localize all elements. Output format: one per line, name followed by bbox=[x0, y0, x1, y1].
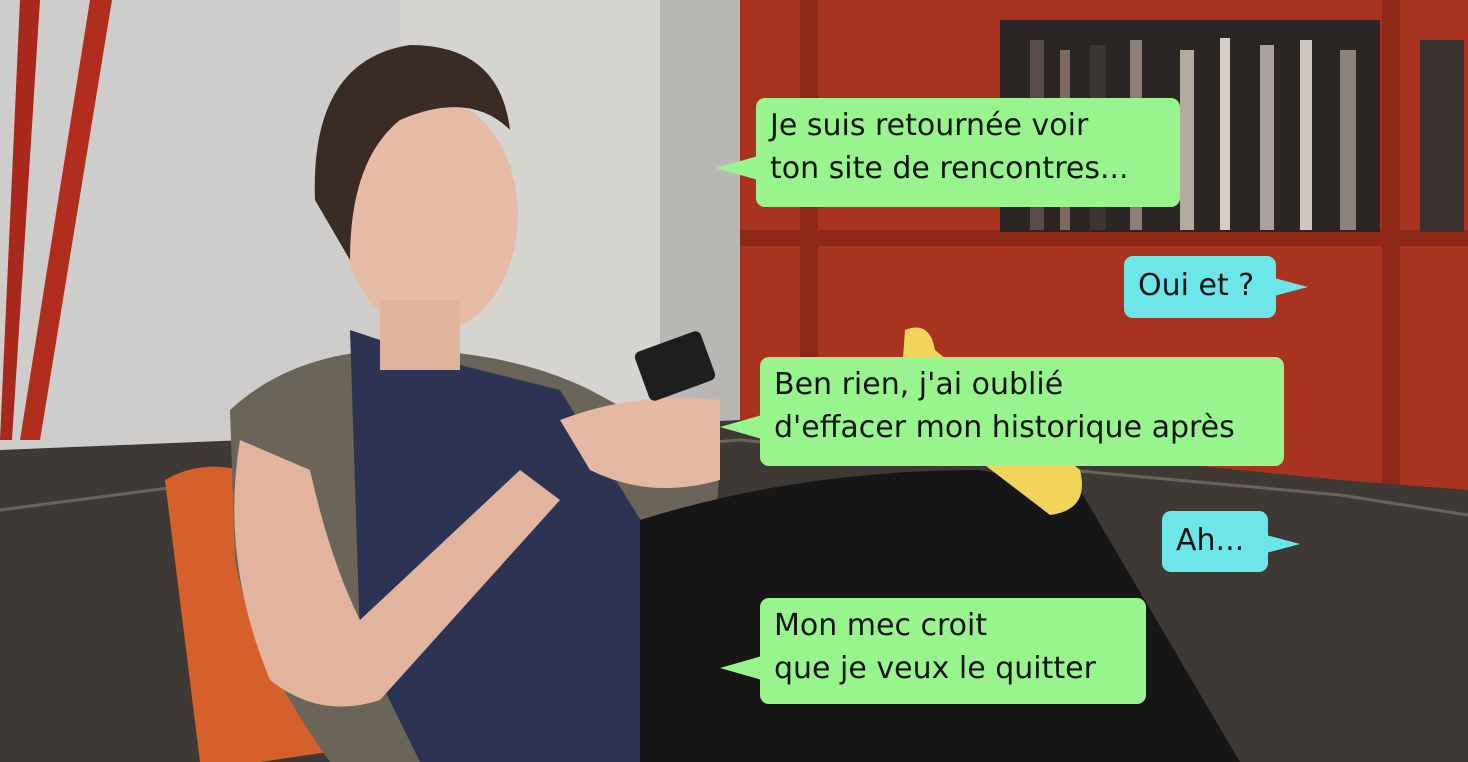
message-bubble-incoming: Ben rien, j'ai oublié d'effacer mon hist… bbox=[720, 357, 1284, 466]
message-text-line: Mon mec croit bbox=[774, 608, 988, 643]
message-text-line: Ah... bbox=[1176, 523, 1245, 558]
message-text-line: Ben rien, j'ai oublié bbox=[774, 367, 1064, 402]
message-text-line: ton site de rencontres... bbox=[770, 151, 1129, 186]
message-text-line: Je suis retournée voir bbox=[770, 108, 1089, 143]
message-bubble-outgoing: Ah... bbox=[1162, 511, 1300, 572]
bubble-tail bbox=[1274, 278, 1308, 296]
message-text-line: d'effacer mon historique après bbox=[774, 410, 1235, 445]
message-bubble-outgoing: Oui et ? bbox=[1124, 256, 1308, 318]
bubble-tail bbox=[720, 415, 762, 439]
bubble-tail bbox=[720, 656, 762, 680]
message-text-line: Oui et ? bbox=[1138, 268, 1255, 303]
bubble-tail bbox=[1266, 535, 1300, 553]
message-text-line: que je veux le quitter bbox=[774, 651, 1096, 686]
neck bbox=[380, 300, 460, 370]
message-bubble-incoming: Je suis retournée voir ton site de renco… bbox=[716, 98, 1180, 207]
shelf-divider-2 bbox=[1382, 0, 1400, 520]
message-bubble-incoming: Mon mec croit que je veux le quitter bbox=[720, 598, 1146, 704]
video-frame: Je suis retournée voir ton site de renco… bbox=[0, 0, 1468, 762]
shelf-board bbox=[740, 230, 1468, 246]
bubble-tail bbox=[716, 156, 758, 180]
